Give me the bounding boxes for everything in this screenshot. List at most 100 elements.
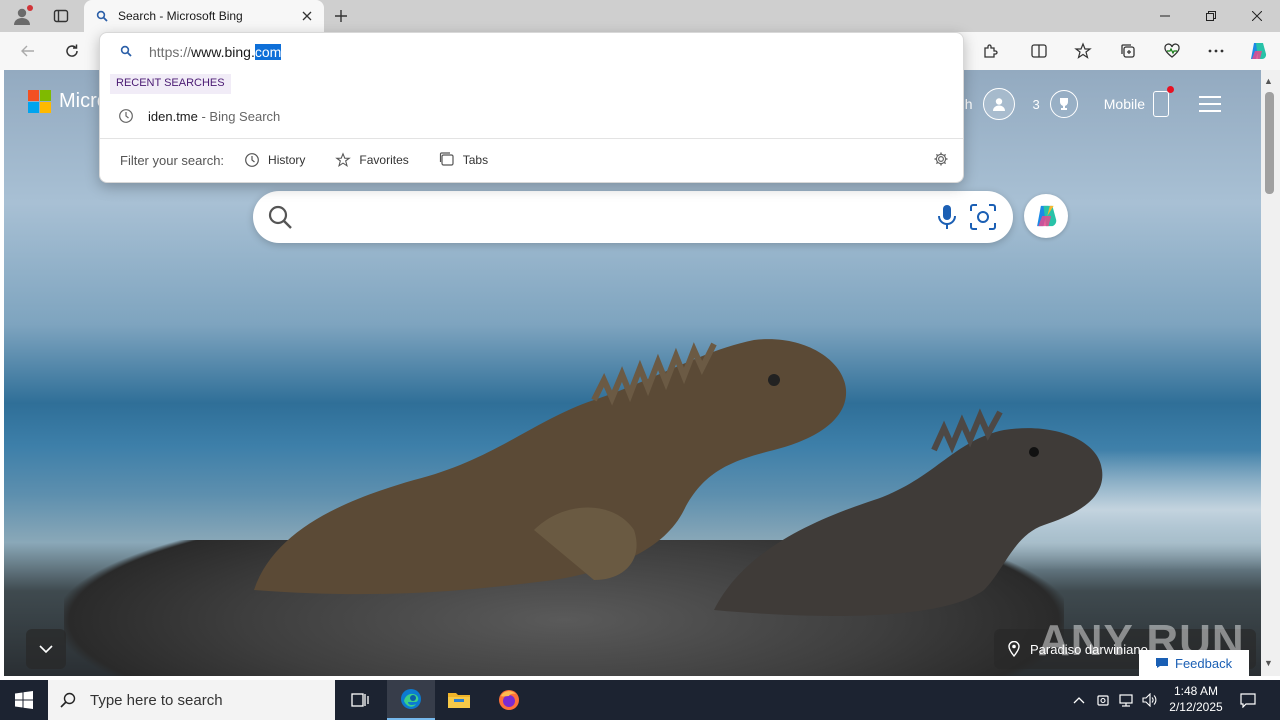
suggestion-source: - Bing Search [197,108,281,124]
split-screen-button[interactable] [1025,38,1053,64]
tab-strip: Search - Microsoft Bing [0,0,1280,32]
gear-icon[interactable] [933,151,949,167]
taskbar-file-explorer-button[interactable] [435,680,483,720]
iguana-image-right [714,408,1103,616]
star-icon [1074,42,1092,59]
windows-logo-icon [15,691,33,709]
refresh-button[interactable] [58,38,86,64]
scrollbar-thumb[interactable] [1265,92,1274,194]
notification-dot [1167,86,1174,93]
minimize-button[interactable] [1142,0,1188,32]
notifications-button[interactable] [1234,680,1262,720]
scroll-down-button[interactable] [26,629,66,669]
windows-taskbar: Type here to search 1:48 AM 2/12/2025 [0,680,1280,720]
bing-search-box[interactable] [253,191,1013,243]
active-tab[interactable]: Search - Microsoft Bing [84,0,324,32]
filter-favorites-button[interactable]: Favorites [335,152,409,168]
mobile-phone-icon[interactable] [1153,86,1174,117]
taskbar-search-placeholder: Type here to search [90,691,223,709]
back-button[interactable] [14,38,42,64]
suggestion-item[interactable]: iden.tme - Bing Search [100,99,963,133]
restore-icon [1206,11,1216,21]
tab-actions-button[interactable] [48,4,74,28]
scroll-down-arrow-icon[interactable]: ▼ [1264,658,1273,668]
search-icon [268,205,292,229]
tab-actions-icon [53,9,69,23]
puzzle-icon [984,44,998,58]
copilot-sidebar-button[interactable] [1244,38,1272,64]
feedback-button[interactable]: Feedback [1139,650,1249,676]
header-right: h 3 Mobile [964,86,1221,120]
divider [100,138,963,139]
recent-searches-label: RECENT SEARCHES [110,74,231,94]
scroll-up-arrow-icon[interactable]: ▲ [1264,76,1273,86]
new-tab-button[interactable] [330,4,352,28]
taskbar-search-box[interactable]: Type here to search [48,680,335,720]
volume-button[interactable] [1139,680,1161,720]
device-icon [1097,695,1109,706]
microsoft-logo[interactable]: Micro [28,90,108,113]
edge-icon [401,689,421,709]
vertical-scrollbar[interactable]: ▲ ▼ [1261,70,1280,676]
close-window-button[interactable] [1234,0,1280,32]
network-button[interactable] [1115,680,1137,720]
close-icon [302,11,312,21]
sign-in-avatar[interactable] [982,88,1015,120]
search-input[interactable] [305,203,925,231]
taskbar-edge-button[interactable] [387,680,435,720]
rewards-button[interactable] [1049,90,1078,118]
menu-button[interactable] [1199,96,1221,112]
heart-pulse-icon [1164,43,1180,58]
filter-history-button[interactable]: History [244,152,305,168]
collections-icon [1121,44,1135,58]
url-host: www.bing. [191,44,255,60]
visual-search-icon[interactable] [969,203,997,231]
notification-dot [27,5,33,11]
search-icon [120,45,132,57]
filter-row: Filter your search: History Favorites Ta… [120,145,518,175]
more-icon [1208,49,1224,53]
location-pin-icon [1008,641,1020,657]
filter-tabs-button[interactable]: Tabs [439,152,488,168]
plus-icon [335,10,347,22]
task-view-button[interactable] [336,680,384,720]
collections-button[interactable] [1114,38,1142,64]
copilot-button[interactable] [1024,194,1068,238]
arrow-left-icon [21,45,34,57]
suggestion-text: iden.tme [148,108,198,124]
browser-essentials-button[interactable] [1158,38,1186,64]
chevron-down-icon [39,645,53,653]
address-bar[interactable]: https://www.bing.com [100,33,963,71]
network-icon [1119,694,1133,707]
close-tab-button[interactable] [296,5,318,27]
show-hidden-icons-button[interactable] [1068,680,1090,720]
filter-tabs-label: Tabs [462,153,489,167]
copilot-icon [1037,205,1057,227]
speaker-icon [1142,693,1157,707]
search-icon [96,10,108,22]
favorites-button[interactable] [1069,38,1097,64]
star-icon [335,152,352,168]
tabs-icon [439,152,454,166]
start-button[interactable] [0,680,48,720]
extensions-button[interactable] [977,38,1005,64]
filter-favorites-label: Favorites [359,153,409,167]
restore-button[interactable] [1188,0,1234,32]
mobile-label[interactable]: Mobile [1104,96,1145,112]
taskbar-clock[interactable]: 1:48 AM 2/12/2025 [1164,683,1228,715]
address-bar-dropdown: https://www.bing.com RECENT SEARCHES ide… [99,32,964,183]
tray-device-icon[interactable] [1092,680,1114,720]
microphone-icon[interactable] [935,203,959,231]
split-screen-icon [1031,44,1047,58]
history-icon [119,109,133,123]
address-input[interactable]: https://www.bing.com [149,44,282,60]
filter-history-label: History [268,153,306,167]
settings-more-button[interactable] [1202,38,1230,64]
search-icon [60,692,76,708]
firefox-icon [499,690,519,710]
header-partial-text: h [964,96,973,112]
url-selected-text: com [254,44,282,60]
rewards-count: 3 [1032,96,1040,112]
copilot-icon [1251,43,1267,59]
taskbar-firefox-button[interactable] [485,680,533,720]
